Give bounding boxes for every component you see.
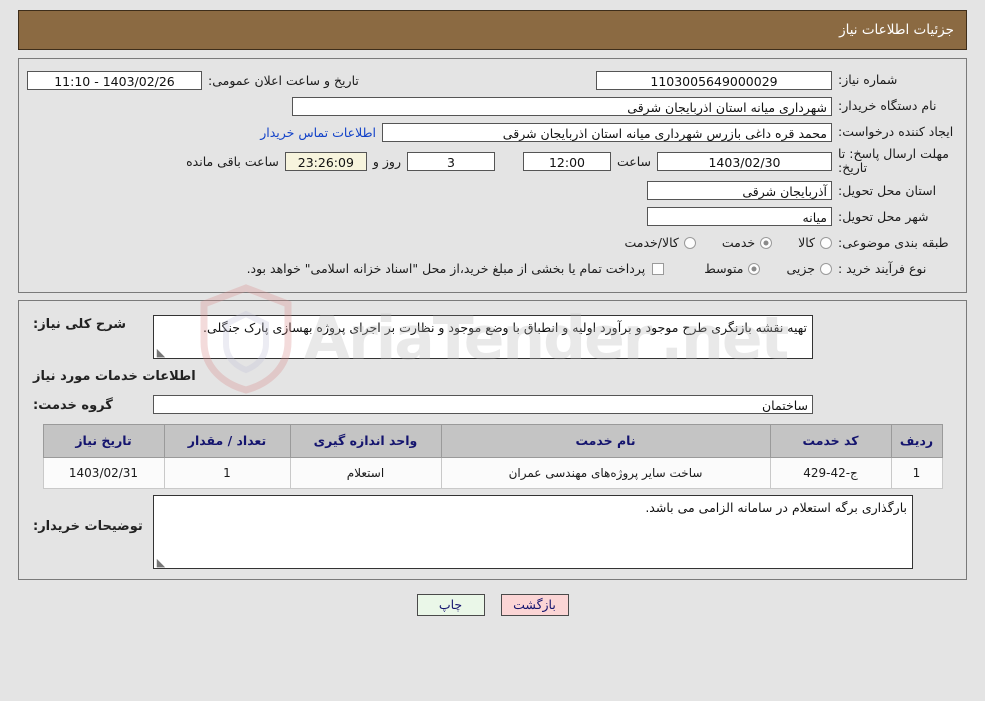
public-announce-value: 1403/02/26 - 11:10 bbox=[27, 70, 202, 90]
row-request-creator: ایجاد کننده درخواست: محمد قره داغی بازرس… bbox=[27, 121, 958, 143]
table-row: 1 ج-42-429 ساخت سایر پروژه‌های مهندسی عم… bbox=[42, 456, 943, 489]
cell-radif: 1 bbox=[890, 456, 943, 489]
countdown-timer: 23:26:09 bbox=[284, 151, 367, 171]
cell-qty: 1 bbox=[163, 456, 291, 489]
buyer-contact-link[interactable]: اطلاعات تماس خریدار bbox=[254, 125, 382, 140]
request-creator-label: ایجاد کننده درخواست: bbox=[838, 124, 954, 140]
category-option-kala[interactable]: کالا bbox=[798, 235, 832, 250]
col-qty: تعداد / مقدار bbox=[163, 423, 291, 458]
purchase-type-label: نوع فرآیند خرید : bbox=[838, 260, 927, 276]
category-option-label: کالا bbox=[798, 235, 815, 251]
province-label: استان محل تحویل: bbox=[838, 182, 937, 198]
treasury-docs-note: پرداخت تمام یا بخشی از مبلغ خرید،از محل … bbox=[246, 261, 646, 277]
purchase-type-option-jozei[interactable]: جزیی bbox=[786, 261, 832, 276]
category-radio-group: کالا خدمت کالا/خدمت bbox=[598, 235, 832, 250]
col-radif: ردیف bbox=[890, 423, 943, 458]
service-group-label: گروه خدمت: bbox=[33, 398, 113, 414]
col-date: تاریخ نیاز bbox=[42, 423, 165, 458]
row-buyer-notes: بارگذاری برگه استعلام در سامانه الزامی م… bbox=[27, 494, 958, 569]
remaining-days-label: روز و bbox=[372, 153, 401, 169]
buyer-org-label: نام دستگاه خریدار: bbox=[838, 98, 937, 114]
category-option-label: خدمت bbox=[721, 235, 756, 251]
cell-unit: استعلام bbox=[289, 456, 442, 489]
city-label: شهر محل تحویل: bbox=[838, 208, 929, 224]
row-services-heading: اطلاعات خدمات مورد نیاز bbox=[27, 359, 958, 394]
footer-button-bar: بازگشت چاپ bbox=[0, 593, 985, 616]
purchase-type-option-motavaset[interactable]: متوسط bbox=[704, 261, 761, 277]
row-service-group: ساختمان گروه خدمت: bbox=[27, 394, 958, 416]
buyer-notes-value: بارگذاری برگه استعلام در سامانه الزامی م… bbox=[645, 499, 907, 515]
category-option-kala-khedmat[interactable]: کالا/خدمت bbox=[624, 235, 696, 251]
page-title: جزئیات اطلاعات نیاز bbox=[839, 22, 954, 38]
col-unit: واحد اندازه گیری bbox=[289, 423, 442, 458]
row-deadline: مهلت ارسال پاسخ: تا تاریخ: 1403/02/30 سا… bbox=[27, 146, 958, 176]
need-details-panel: تهیه نقشه بازنگری طرح موجود و برآورد اول… bbox=[18, 299, 967, 580]
services-table: ردیف کد خدمت نام خدمت واحد اندازه گیری ت… bbox=[42, 423, 943, 489]
description-textarea[interactable]: تهیه نقشه بازنگری طرح موجود و برآورد اول… bbox=[153, 314, 813, 359]
cell-code: ج-42-429 bbox=[769, 456, 892, 489]
row-category: طبقه بندی موضوعی: کالا خدمت کالا/خدمت bbox=[27, 232, 958, 254]
province-value: آذربایجان شرقی bbox=[647, 181, 832, 201]
buyer-notes-label: توضیحات خریدار: bbox=[33, 518, 143, 534]
row-province: استان محل تحویل: آذربایجان شرقی bbox=[27, 180, 958, 202]
resize-grip-icon[interactable]: ◣ bbox=[156, 557, 166, 568]
request-creator-value: محمد قره داغی بازرس شهرداری میانه استان … bbox=[382, 122, 832, 142]
remaining-days-value: 3 bbox=[406, 151, 495, 171]
row-purchase-type: نوع فرآیند خرید : جزیی متوسط پرداخت تمام… bbox=[27, 258, 958, 280]
back-button[interactable]: بازگشت bbox=[500, 593, 569, 616]
description-label: شرح کلی نیاز: bbox=[33, 316, 127, 332]
col-name: نام خدمت bbox=[440, 423, 771, 458]
table-header-row: ردیف کد خدمت نام خدمت واحد اندازه گیری ت… bbox=[42, 423, 943, 458]
remaining-hours-label: ساعت باقی مانده bbox=[186, 153, 279, 169]
need-number-value: 1103005649000029 bbox=[596, 70, 832, 90]
resize-grip-icon[interactable]: ◣ bbox=[156, 347, 166, 358]
cell-date: 1403/02/31 bbox=[42, 456, 165, 489]
purchase-type-radio-group: جزیی متوسط bbox=[678, 261, 832, 276]
row-description: تهیه نقشه بازنگری طرح موجود و برآورد اول… bbox=[27, 314, 958, 359]
purchase-type-option-label: جزیی bbox=[786, 261, 815, 277]
radio-icon[interactable] bbox=[820, 236, 832, 249]
radio-icon[interactable] bbox=[760, 236, 773, 249]
page-header: جزئیات اطلاعات نیاز bbox=[18, 10, 967, 50]
services-table-wrapper: ردیف کد خدمت نام خدمت واحد اندازه گیری ت… bbox=[27, 423, 958, 489]
description-value: تهیه نقشه بازنگری طرح موجود و برآورد اول… bbox=[203, 319, 807, 335]
category-option-khedmat[interactable]: خدمت bbox=[721, 235, 773, 251]
print-button[interactable]: چاپ bbox=[416, 593, 485, 616]
radio-icon[interactable] bbox=[748, 262, 761, 275]
deadline-date-value: 1403/02/30 bbox=[657, 151, 832, 171]
service-group-value: ساختمان bbox=[153, 395, 813, 415]
radio-icon[interactable] bbox=[683, 236, 696, 249]
need-number-label: شماره نیاز: bbox=[838, 72, 898, 88]
row-buyer-org: نام دستگاه خریدار: شهرداری میانه استان ا… bbox=[27, 95, 958, 117]
deadline-label: مهلت ارسال پاسخ: تا تاریخ: bbox=[838, 146, 949, 176]
row-city: شهر محل تحویل: میانه bbox=[27, 206, 958, 228]
buyer-notes-textarea[interactable]: بارگذاری برگه استعلام در سامانه الزامی م… bbox=[153, 494, 913, 569]
public-announce-label: تاریخ و ساعت اعلان عمومی: bbox=[208, 72, 359, 88]
deadline-hour-label: ساعت bbox=[616, 153, 651, 169]
treasury-docs-checkbox[interactable] bbox=[652, 262, 665, 275]
category-label: طبقه بندی موضوعی: bbox=[838, 234, 949, 250]
col-code: کد خدمت bbox=[769, 423, 892, 458]
buyer-org-value: شهرداری میانه استان اذربایجان شرقی bbox=[292, 96, 832, 116]
radio-icon[interactable] bbox=[820, 262, 832, 275]
category-option-label: کالا/خدمت bbox=[624, 235, 679, 251]
need-summary-panel: شماره نیاز: 1103005649000029 تاریخ و ساع… bbox=[18, 58, 967, 394]
cell-name: ساخت سایر پروژه‌های مهندسی عمران bbox=[440, 456, 771, 489]
city-value: میانه bbox=[647, 207, 832, 227]
services-heading: اطلاعات خدمات مورد نیاز bbox=[33, 368, 196, 384]
row-need-number: شماره نیاز: 1103005649000029 تاریخ و ساع… bbox=[27, 69, 958, 91]
deadline-hour-value: 12:00 bbox=[522, 151, 611, 171]
purchase-type-option-label: متوسط bbox=[704, 261, 744, 277]
